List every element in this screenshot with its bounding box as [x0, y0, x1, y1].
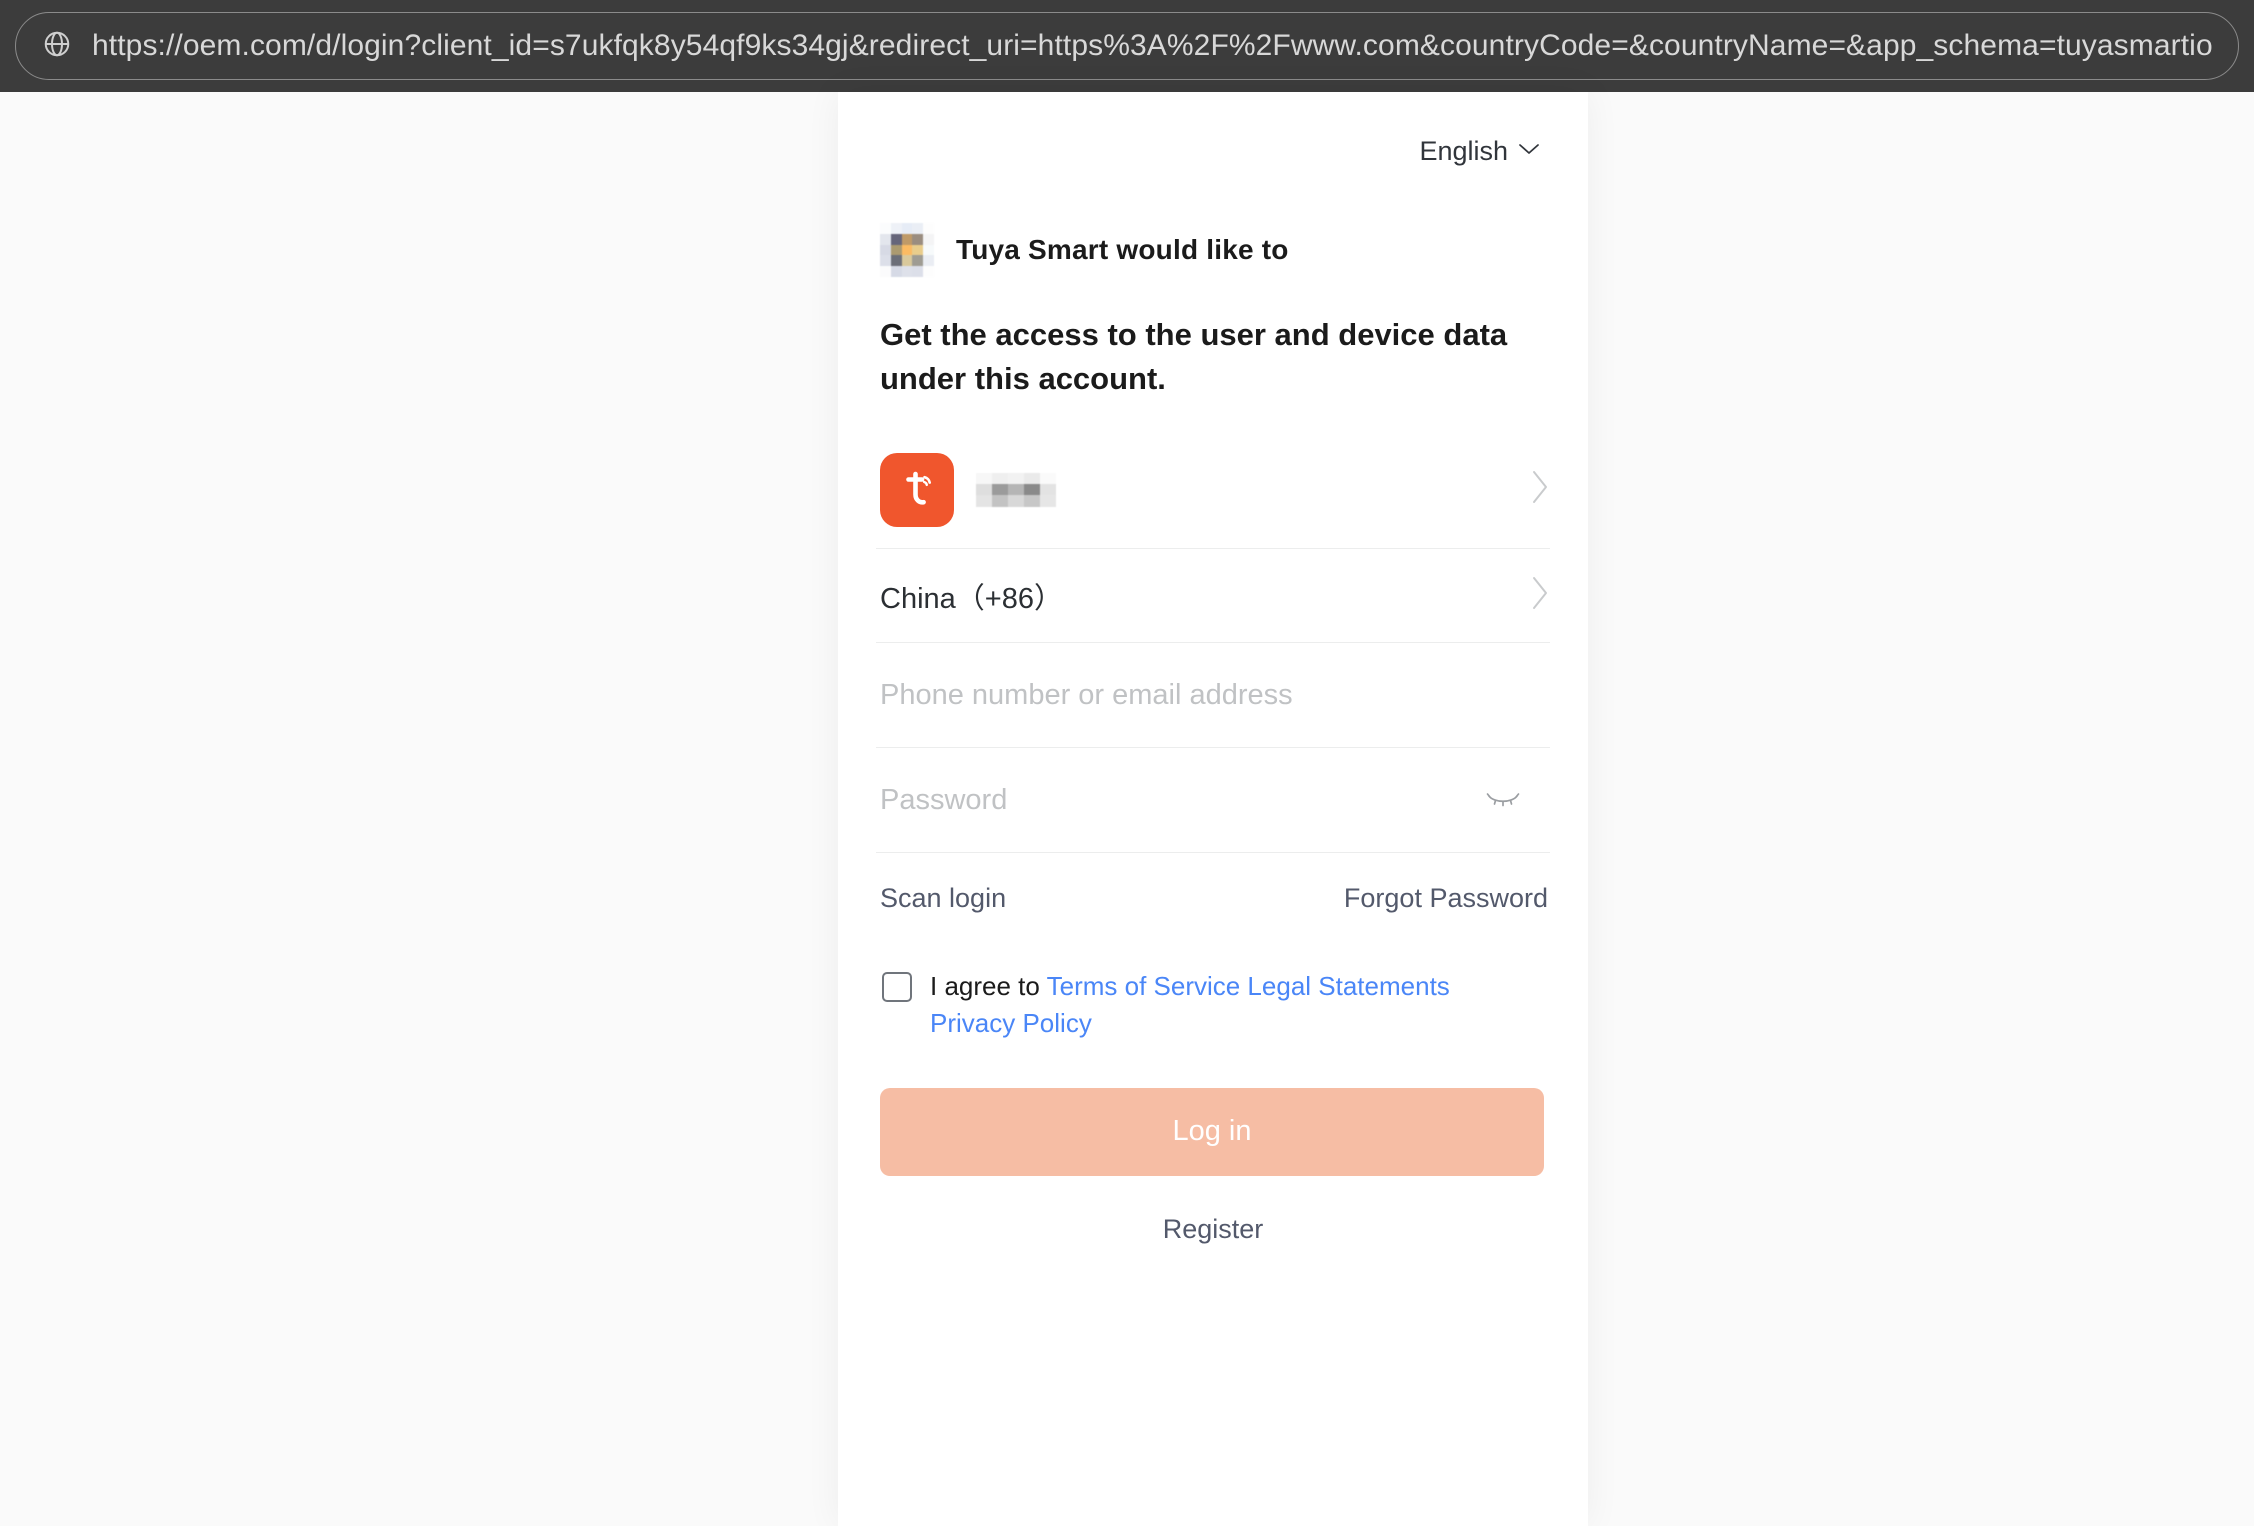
login-card: English Tuya Smart would like to Get the…	[838, 92, 1588, 1526]
forgot-password-link[interactable]: Forgot Password	[1344, 883, 1548, 914]
chevron-down-icon	[1518, 142, 1540, 161]
password-field-row	[876, 748, 1550, 854]
terms-of-service-link[interactable]: Terms of Service Legal Statements	[1047, 971, 1450, 1001]
eye-closed-icon[interactable]	[1486, 790, 1520, 810]
agreement-row: I agree to Terms of Service Legal Statem…	[876, 968, 1550, 1042]
scan-login-link[interactable]: Scan login	[880, 883, 1006, 914]
tuya-app-icon	[880, 452, 954, 527]
app-header: Tuya Smart would like to	[876, 223, 1550, 277]
register-link[interactable]: Register	[1163, 1214, 1264, 1245]
chevron-right-icon	[1530, 469, 1550, 510]
password-input[interactable]	[880, 778, 1486, 823]
app-title: Tuya Smart would like to	[956, 234, 1289, 265]
agreement-checkbox[interactable]	[882, 972, 912, 1003]
chevron-right-icon	[1530, 575, 1550, 616]
language-row: English	[876, 92, 1550, 167]
globe-icon	[42, 29, 72, 64]
language-label: English	[1419, 136, 1508, 166]
account-input[interactable]	[880, 673, 1550, 718]
country-label: China（+86）	[880, 582, 1063, 615]
country-selector-row[interactable]: China（+86）	[876, 549, 1550, 644]
masked-username	[976, 472, 1056, 507]
login-button[interactable]: Log in	[880, 1087, 1544, 1176]
page-title: Get the access to the user and device da…	[880, 317, 1508, 397]
agreement-text: I agree to Terms of Service Legal Statem…	[930, 968, 1530, 1042]
agreement-prefix: I agree to	[930, 971, 1047, 1002]
pixelated-app-logo	[880, 223, 934, 277]
privacy-policy-link[interactable]: Privacy Policy	[930, 1008, 1092, 1038]
url-text: https://oem.com/d/login?client_id=s7ukfq…	[92, 29, 2212, 62]
language-selector[interactable]: English	[1419, 136, 1540, 167]
url-bar[interactable]: https://oem.com/d/login?client_id=s7ukfq…	[15, 12, 2239, 80]
account-row[interactable]	[876, 431, 1550, 550]
links-row: Scan login Forgot Password	[876, 883, 1550, 914]
browser-chrome: https://oem.com/d/login?client_id=s7ukfq…	[0, 0, 2254, 92]
account-field-row	[876, 643, 1550, 749]
register-row: Register	[876, 1214, 1550, 1245]
